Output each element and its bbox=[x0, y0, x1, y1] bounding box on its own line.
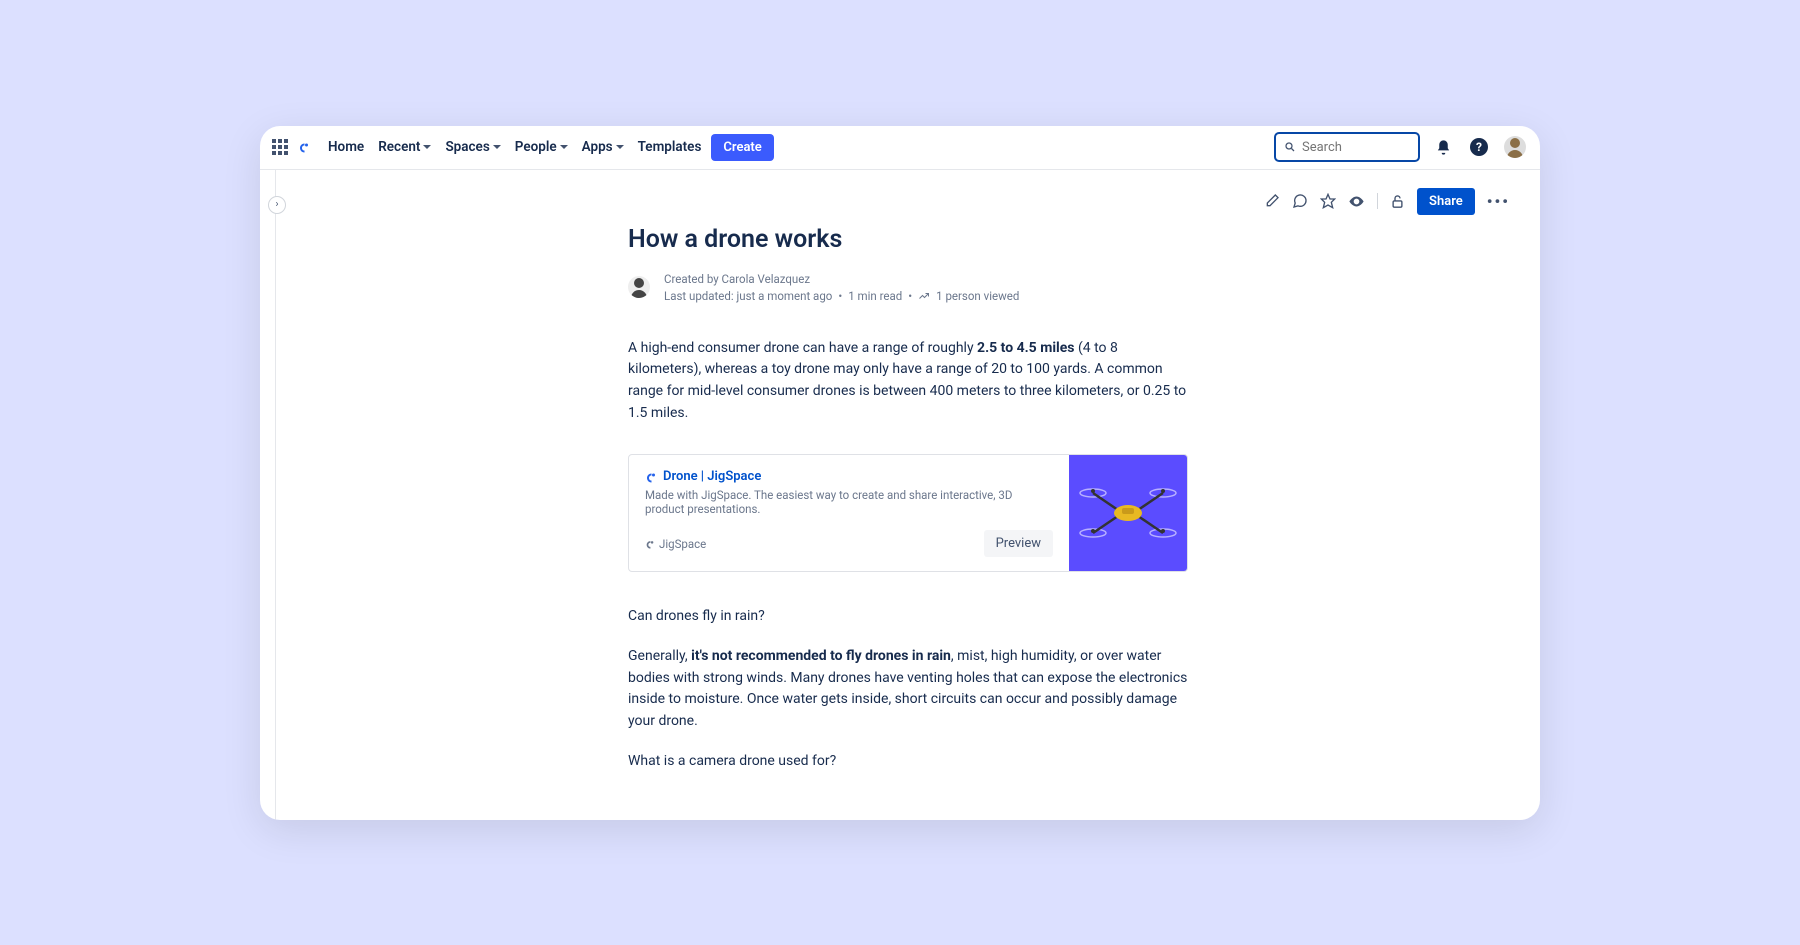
search-icon bbox=[1284, 140, 1296, 154]
paragraph-4: What is a camera drone used for? bbox=[628, 751, 1188, 773]
card-title[interactable]: Drone | JigSpace bbox=[645, 469, 1053, 484]
page-title: How a drone works bbox=[628, 225, 1188, 254]
nav-spaces[interactable]: Spaces bbox=[445, 139, 500, 155]
meta-text: Created by Carola Velazquez Last updated… bbox=[664, 272, 1019, 306]
main-content: Share ••• How a drone works Created by C… bbox=[276, 170, 1540, 820]
expand-sidebar-button[interactable]: › bbox=[268, 196, 286, 214]
author-avatar[interactable] bbox=[628, 276, 650, 298]
nav-home[interactable]: Home bbox=[328, 139, 364, 155]
card-thumbnail bbox=[1069, 455, 1187, 571]
chevron-down-icon bbox=[616, 145, 624, 149]
chevron-down-icon bbox=[560, 145, 568, 149]
drone-illustration bbox=[1078, 478, 1178, 548]
nav-recent[interactable]: Recent bbox=[378, 139, 431, 155]
author-name[interactable]: Carola Velazquez bbox=[722, 272, 811, 286]
chevron-down-icon bbox=[423, 145, 431, 149]
edit-icon[interactable] bbox=[1264, 193, 1280, 209]
document: How a drone works Created by Carola Vela… bbox=[628, 225, 1188, 773]
page-toolbar: Share ••• bbox=[306, 170, 1510, 225]
smart-link-card[interactable]: Drone | JigSpace Made with JigSpace. The… bbox=[628, 454, 1188, 572]
preview-button[interactable]: Preview bbox=[984, 530, 1053, 557]
app-window: Home Recent Spaces People Apps Templates… bbox=[260, 126, 1540, 820]
card-source: JigSpace bbox=[645, 537, 706, 551]
views-count[interactable]: 1 person viewed bbox=[936, 289, 1019, 303]
more-actions-icon[interactable]: ••• bbox=[1487, 192, 1510, 211]
card-body: Drone | JigSpace Made with JigSpace. The… bbox=[629, 455, 1069, 571]
card-description: Made with JigSpace. The easiest way to c… bbox=[645, 488, 1053, 516]
separator bbox=[1377, 193, 1378, 209]
created-by-label: Created by bbox=[664, 272, 722, 286]
page-body: › Share ••• How a drone works Created by… bbox=[260, 170, 1540, 820]
search-input[interactable] bbox=[1302, 140, 1410, 155]
star-icon[interactable] bbox=[1320, 193, 1336, 209]
nav-apps[interactable]: Apps bbox=[582, 139, 624, 155]
create-button[interactable]: Create bbox=[711, 134, 773, 161]
app-switcher-icon[interactable] bbox=[272, 139, 288, 155]
nav-templates[interactable]: Templates bbox=[638, 139, 702, 155]
chevron-down-icon bbox=[493, 145, 501, 149]
lock-icon[interactable] bbox=[1390, 194, 1405, 209]
primary-nav: Home Recent Spaces People Apps Templates bbox=[328, 139, 701, 155]
top-nav: Home Recent Spaces People Apps Templates… bbox=[260, 126, 1540, 170]
sidebar-collapsed: › bbox=[260, 170, 276, 820]
share-button[interactable]: Share bbox=[1417, 188, 1475, 215]
read-time: 1 min read bbox=[848, 289, 902, 303]
help-icon[interactable]: ? bbox=[1466, 134, 1492, 160]
jigspace-icon bbox=[645, 539, 655, 549]
search-box[interactable] bbox=[1274, 132, 1420, 162]
profile-avatar[interactable] bbox=[1502, 134, 1528, 160]
jigspace-icon bbox=[645, 471, 657, 483]
notifications-icon[interactable] bbox=[1430, 134, 1456, 160]
product-logo[interactable] bbox=[298, 141, 310, 153]
nav-people[interactable]: People bbox=[515, 139, 568, 155]
paragraph-3: Generally, it's not recommended to fly d… bbox=[628, 646, 1188, 733]
analytics-icon bbox=[918, 290, 930, 302]
paragraph-2: Can drones fly in rain? bbox=[628, 606, 1188, 628]
watch-icon[interactable] bbox=[1348, 193, 1365, 210]
page-meta: Created by Carola Velazquez Last updated… bbox=[628, 272, 1188, 306]
comment-icon[interactable] bbox=[1292, 193, 1308, 209]
last-updated: Last updated: just a moment ago bbox=[664, 289, 832, 303]
paragraph-1: A high-end consumer drone can have a ran… bbox=[628, 338, 1188, 425]
